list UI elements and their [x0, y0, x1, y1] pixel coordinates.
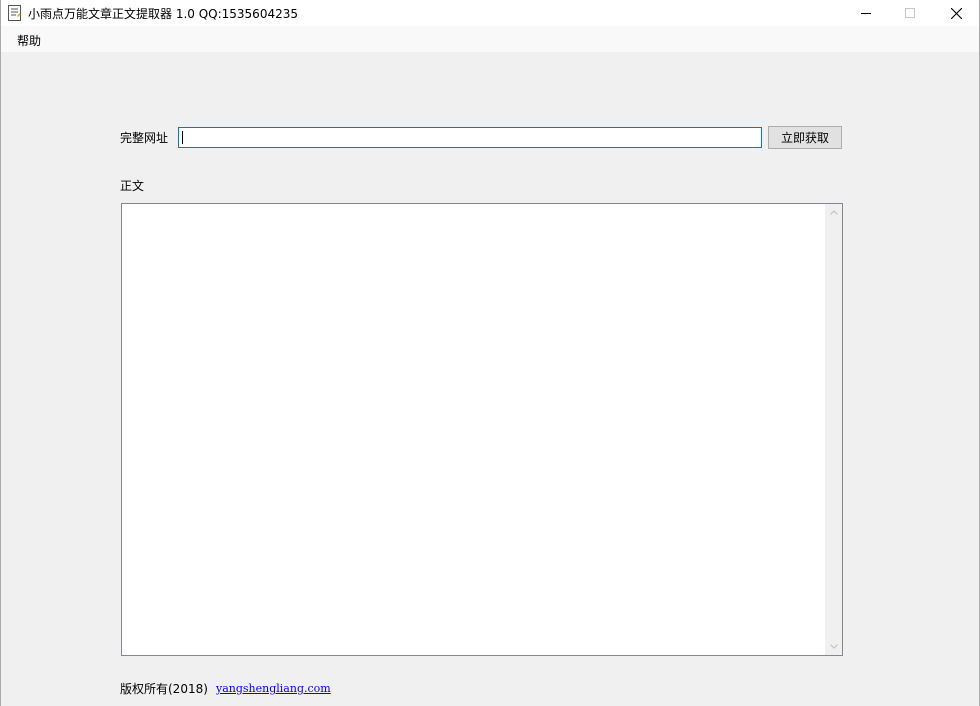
app-window: 小雨点万能文章正文提取器 1.0 QQ:1535604235 帮助 完整网址 立…: [0, 0, 980, 706]
scroll-down-button[interactable]: [825, 638, 842, 655]
notepad-icon: [8, 5, 21, 21]
body-label: 正文: [120, 179, 145, 193]
minimize-button[interactable]: [843, 0, 889, 26]
title-bar[interactable]: 小雨点万能文章正文提取器 1.0 QQ:1535604235: [1, 0, 979, 26]
maximize-button[interactable]: [887, 0, 933, 26]
window-title: 小雨点万能文章正文提取器 1.0 QQ:1535604235: [28, 7, 298, 21]
scroll-up-button[interactable]: [825, 204, 842, 221]
chevron-down-icon: [829, 644, 838, 649]
website-link[interactable]: yangshengliang.com: [216, 682, 331, 695]
url-label: 完整网址: [120, 131, 169, 145]
text-caret: [182, 131, 183, 144]
close-icon: [950, 7, 962, 19]
minimize-icon: [861, 13, 871, 14]
close-button[interactable]: [933, 0, 979, 26]
fetch-button[interactable]: 立即获取: [768, 126, 842, 149]
menu-bar: 帮助: [1, 26, 979, 52]
article-text-area[interactable]: [121, 203, 843, 656]
maximize-icon: [905, 8, 915, 18]
vertical-scrollbar[interactable]: [825, 204, 842, 655]
copyright-text: 版权所有(2018): [120, 682, 208, 696]
chevron-up-icon: [829, 210, 838, 215]
url-input[interactable]: [178, 127, 762, 148]
menu-help[interactable]: 帮助: [10, 32, 48, 49]
